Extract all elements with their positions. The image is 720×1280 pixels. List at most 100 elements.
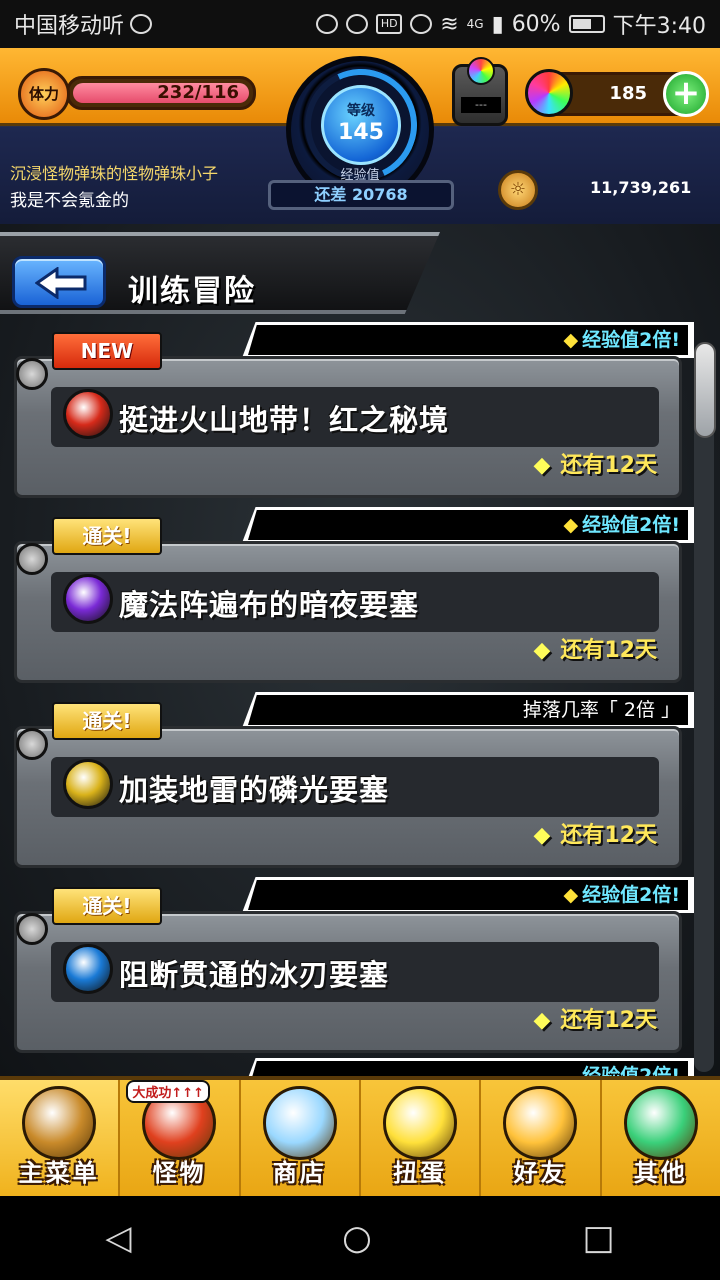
quest-bonus-text: ◆ 经验值2倍! <box>248 880 688 910</box>
pin-icon <box>16 728 48 760</box>
orb-counter: 185 + <box>525 69 709 117</box>
scrollbar-thumb[interactable] <box>694 342 716 438</box>
nav-item-0[interactable]: 主菜单 <box>0 1080 121 1196</box>
orb-count: 185 <box>609 83 647 104</box>
beginner-leaf-icon: ◆ <box>533 823 551 848</box>
water-element-icon <box>63 944 113 994</box>
quest-bonus-frame: 掉落几率「 2倍 」 <box>242 692 694 728</box>
system-home-button[interactable]: ○ <box>342 1218 372 1258</box>
light-element-icon <box>63 759 113 809</box>
beginner-leaf-icon: ◆ <box>533 1008 551 1033</box>
nav-label: 其他 <box>633 1159 688 1187</box>
nav-label: 商店 <box>272 1159 327 1187</box>
back-button[interactable] <box>12 256 106 308</box>
quest-status-tag: 通关! <box>52 702 162 740</box>
game-hud: 232/116 体力 等级 145 经验值 还差 20768 --- 185 +… <box>0 48 720 224</box>
alarm-icon <box>346 14 369 34</box>
gacha-egg-icon <box>383 1086 458 1160</box>
wifi-icon: ≋ <box>440 11 459 37</box>
quest-status-tag: 通关! <box>52 517 162 555</box>
beginner-leaf-icon: ◆ <box>533 453 551 478</box>
quest-body: 阻断贯通的冰刃要塞 ◆ 还有12天 <box>14 911 682 1053</box>
page-header: 训练冒险 <box>0 232 440 314</box>
quest-bonus-frame: ◆ 经验值2倍! <box>242 322 694 358</box>
quest-days-left: ◆ 还有12天 <box>533 638 657 663</box>
quest-body: 加装地雷的磷光要塞 ◆ 还有12天 <box>14 726 682 868</box>
dark-element-icon <box>63 574 113 624</box>
friends-icon <box>503 1086 578 1160</box>
pin-icon <box>16 358 48 390</box>
player-comment: 我是不会氪金的 <box>10 191 129 211</box>
quest-name: 魔法阵遍布的暗夜要塞 <box>119 588 420 622</box>
coin-count: 11,739,261 <box>590 178 692 197</box>
hd-icon: HD <box>376 14 403 34</box>
buy-orbs-button[interactable]: + <box>663 71 709 117</box>
pin-icon <box>16 913 48 945</box>
quest-list-screen: 训练冒险 ◆ 经验值2倍! 挺进火山地带！红之秘境 ◆ 还有12天 NEW ◆ 经验值… <box>0 224 720 1076</box>
scrollbar-track[interactable] <box>694 342 714 1072</box>
quest-bonus-text: ◆ 经验值2倍! <box>248 510 688 540</box>
stamina-icon: 体力 <box>18 68 70 120</box>
quest-card[interactable]: ◆ 经验值2倍! 阻断贯通的冰刃要塞 ◆ 还有12天 通关! <box>10 877 694 1055</box>
robot-icon[interactable]: --- <box>452 57 508 126</box>
page-title: 训练冒险 <box>128 274 256 309</box>
quest-body: 魔法阵遍布的暗夜要塞 ◆ 还有12天 <box>14 541 682 683</box>
pin-icon <box>16 543 48 575</box>
quest-bonus-frame: ◆ 经验值2倍! <box>242 507 694 543</box>
battery-percent: 60% <box>511 11 561 37</box>
back-arrow-icon <box>35 267 87 299</box>
quest-status-tag: NEW <box>52 332 162 370</box>
stamina-text: 232/116 <box>157 82 239 103</box>
robot-dome <box>467 57 495 85</box>
nav-label: 好友 <box>513 1159 568 1187</box>
rainbow-orb-icon <box>525 69 573 117</box>
coin-icon: ☼ <box>498 170 538 210</box>
nav-item-4[interactable]: 好友 <box>481 1080 602 1196</box>
quest-card[interactable]: ◆ 经验值2倍! 魔法阵遍布的暗夜要塞 ◆ 还有12天 通关! <box>10 507 694 685</box>
home-gate-icon <box>22 1086 97 1160</box>
level-label: 等级 <box>347 103 375 119</box>
quest-card-partial[interactable]: 经验值2倍! <box>10 1058 694 1076</box>
quest-bonus-frame: ◆ 经验值2倍! <box>242 877 694 913</box>
beginner-leaf-icon: ◆ <box>563 884 579 906</box>
network-type: 4G <box>466 17 484 31</box>
quest-bonus-text: 掉落几率「 2倍 」 <box>248 695 688 725</box>
player-title: 沉浸怪物弹珠的怪物弹珠小子 <box>10 164 219 183</box>
nav-item-1[interactable]: 大成功↑↑↑ 怪物 <box>120 1080 241 1196</box>
quest-status-tag: 通关! <box>52 887 162 925</box>
battery-icon <box>568 15 605 33</box>
system-back-button[interactable]: ◁ <box>105 1218 131 1258</box>
quest-body: 挺进火山地带！红之秘境 ◆ 还有12天 <box>14 356 682 498</box>
nav-label: 扭蛋 <box>393 1159 448 1187</box>
beginner-leaf-icon: ◆ <box>533 638 551 663</box>
system-recents-button[interactable]: □ <box>583 1218 615 1258</box>
quest-card[interactable]: 掉落几率「 2倍 」 加装地雷的磷光要塞 ◆ 还有12天 通关! <box>10 692 694 870</box>
quest-bonus-text: ◆ 经验值2倍! <box>248 325 688 355</box>
stamina-bar[interactable]: 232/116 <box>66 76 256 110</box>
nav-label: 主菜单 <box>18 1159 100 1187</box>
robot-screen: --- <box>461 97 501 113</box>
status-bar: 中国移动听 HD ≋ 4G ▮ 60% 下午3:40 <box>0 0 720 48</box>
nav-item-3[interactable]: 扭蛋 <box>361 1080 482 1196</box>
beginner-leaf-icon: ◆ <box>563 329 579 351</box>
question-icon <box>623 1086 698 1160</box>
quest-days-left: ◆ 还有12天 <box>533 823 657 848</box>
nav-item-5[interactable]: 其他 <box>602 1080 720 1196</box>
rainbow-orb-icon <box>262 1086 337 1160</box>
nav-label: 怪物 <box>152 1159 207 1187</box>
timer-icon <box>130 14 153 34</box>
quest-name: 阻断贯通的冰刃要塞 <box>119 958 390 992</box>
quest-name: 加装地雷的磷光要塞 <box>119 773 390 807</box>
quest-card[interactable]: ◆ 经验值2倍! 挺进火山地带！红之秘境 ◆ 还有12天 NEW <box>10 322 694 500</box>
quest-days-left: ◆ 还有12天 <box>533 1008 657 1033</box>
clock: 下午3:40 <box>612 14 706 39</box>
headphones-icon <box>316 14 339 34</box>
beginner-leaf-icon: ◆ <box>563 514 579 536</box>
quest-days-left: ◆ 还有12天 <box>533 453 657 478</box>
nav-item-2[interactable]: 商店 <box>241 1080 361 1196</box>
nav-badge: 大成功↑↑↑ <box>126 1080 211 1103</box>
carrier-text: 中国移动听 <box>14 14 125 39</box>
level-badge: 等级 145 <box>321 85 401 165</box>
fire-element-icon <box>63 389 113 439</box>
exp-remaining: 还差 20768 <box>268 180 454 210</box>
